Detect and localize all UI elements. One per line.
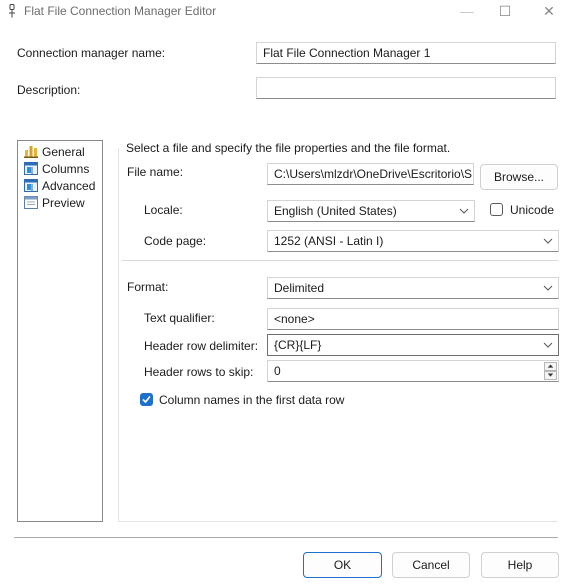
file-name-input[interactable]: C:\Users\mlzdr\OneDrive\Escritorio\S (267, 163, 474, 185)
header-delimiter-value: {CR}{LF} (274, 338, 322, 352)
unicode-checkbox[interactable] (490, 203, 503, 216)
maximize-icon: ☐ (498, 3, 512, 19)
spin-up-button[interactable] (544, 362, 557, 371)
nav-item-advanced[interactable]: Advanced (22, 178, 98, 194)
file-name-label: File name: (127, 165, 184, 179)
chevron-down-icon (543, 342, 553, 348)
format-select[interactable]: Delimited (267, 277, 559, 299)
spin-down-button[interactable] (544, 371, 557, 380)
nav-item-label: Advanced (42, 179, 96, 193)
chevron-down-icon (543, 285, 553, 291)
code-page-select[interactable]: 1252 (ANSI - Latin I) (267, 230, 559, 252)
chevron-down-icon (459, 208, 469, 214)
arrow-down-icon (547, 373, 554, 377)
header-delimiter-label: Header row delimiter: (144, 339, 259, 353)
code-page-value: 1252 (ANSI - Latin I) (274, 234, 384, 248)
general-icon (24, 146, 38, 158)
section-divider (122, 260, 558, 261)
header-skip-stepper[interactable]: 0 (267, 360, 559, 382)
description-label: Description: (17, 83, 81, 97)
maximize-button[interactable]: ☐ (484, 0, 526, 24)
text-qualifier-input[interactable]: <none> (267, 308, 559, 330)
description-input[interactable] (256, 77, 556, 99)
preview-icon (24, 196, 38, 209)
arrow-up-icon (547, 364, 554, 368)
group-title: Select a file and specify the file prope… (122, 141, 455, 155)
panel-left-border (118, 148, 119, 522)
unicode-label: Unicode (510, 203, 555, 217)
title-bar: Flat File Connection Manager Editor — ☐ … (0, 0, 572, 24)
page-nav-list: General Columns Advanced Preview (17, 140, 103, 522)
window-title: Flat File Connection Manager Editor (24, 4, 217, 18)
header-skip-label: Header rows to skip: (144, 365, 254, 379)
locale-label: Locale: (144, 203, 183, 217)
close-button[interactable]: ✕ (528, 0, 570, 24)
header-delimiter-select[interactable]: {CR}{LF} (267, 334, 559, 356)
format-label: Format: (127, 280, 169, 294)
connection-name-label: Connection manager name: (17, 46, 166, 60)
column-names-checkbox[interactable] (140, 393, 153, 406)
chevron-down-icon (543, 238, 553, 244)
column-names-label: Column names in the first data row (159, 393, 345, 407)
nav-item-label: Columns (42, 162, 90, 176)
advanced-icon (24, 179, 38, 192)
minimize-icon: — (460, 3, 474, 19)
help-button[interactable]: Help (481, 552, 559, 578)
minimize-button[interactable]: — (446, 0, 488, 24)
nav-item-general[interactable]: General (22, 144, 98, 160)
connection-name-input[interactable]: Flat File Connection Manager 1 (256, 42, 556, 64)
code-page-label: Code page: (144, 234, 207, 248)
header-skip-value: 0 (274, 364, 281, 378)
checkmark-icon (142, 395, 151, 404)
close-icon: ✕ (543, 3, 555, 19)
app-icon (9, 4, 15, 18)
browse-button[interactable]: Browse... (480, 164, 558, 190)
ok-button[interactable]: OK (303, 552, 382, 578)
nav-item-columns[interactable]: Columns (22, 161, 98, 177)
locale-select[interactable]: English (United States) (267, 200, 475, 222)
columns-icon (24, 162, 38, 175)
footer-divider (14, 537, 558, 538)
nav-item-label: Preview (42, 196, 85, 210)
text-qualifier-label: Text qualifier: (144, 311, 215, 325)
nav-item-label: General (42, 145, 85, 159)
cancel-button[interactable]: Cancel (392, 552, 470, 578)
format-value: Delimited (274, 281, 325, 295)
locale-value: English (United States) (274, 204, 397, 218)
panel-bottom-border (118, 521, 558, 522)
nav-item-preview[interactable]: Preview (22, 195, 98, 211)
